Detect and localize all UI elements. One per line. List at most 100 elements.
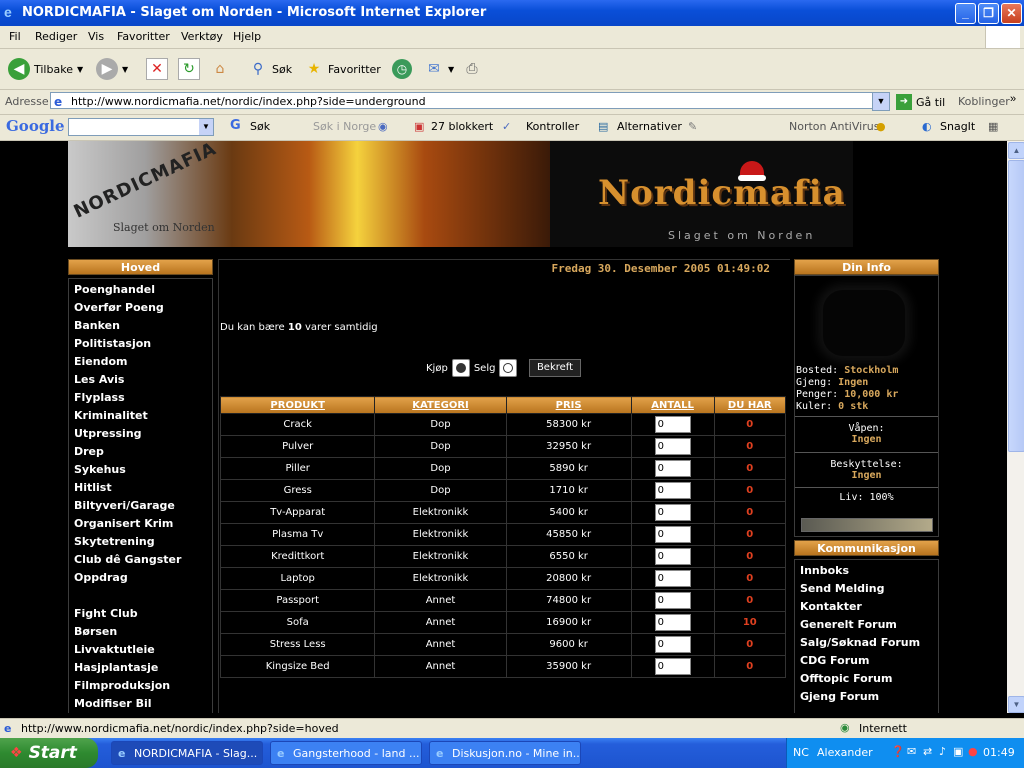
google-search-input[interactable]: ▼ xyxy=(68,118,214,136)
address-dropdown-icon[interactable]: ▼ xyxy=(872,92,890,111)
quantity-input[interactable] xyxy=(654,614,691,631)
comm-offtopic-forum[interactable]: Offtopic Forum xyxy=(800,672,892,685)
quantity-input[interactable] xyxy=(654,570,691,587)
quantity-input[interactable] xyxy=(654,526,691,543)
buy-radio[interactable] xyxy=(451,359,470,377)
nav-flyplass[interactable]: Flyplass xyxy=(74,391,125,404)
scrollbar-thumb[interactable] xyxy=(1008,160,1024,452)
nav-politistasjon[interactable]: Politistasjon xyxy=(74,337,151,350)
speaker-icon[interactable]: ♪ xyxy=(939,745,946,758)
options-button[interactable]: Alternativer xyxy=(617,120,682,133)
quantity-input[interactable] xyxy=(654,636,691,653)
column-header-product[interactable]: PRODUKT xyxy=(219,396,376,414)
popup-blocker-button[interactable]: 27 blokkert xyxy=(431,120,493,133)
nav-filmproduksjon[interactable]: Filmproduksjon xyxy=(74,679,170,692)
address-input[interactable]: e http://www.nordicmafia.net/nordic/inde… xyxy=(50,92,878,109)
quantity-input[interactable] xyxy=(654,658,691,675)
comm-inbox[interactable]: Innboks xyxy=(800,564,849,577)
scroll-down-icon[interactable]: ▼ xyxy=(1008,696,1024,713)
quantity-input[interactable] xyxy=(654,504,691,521)
confirm-button[interactable]: Bekreft xyxy=(529,359,581,377)
start-button[interactable]: ❖ Start xyxy=(0,738,98,768)
comm-sales-forum[interactable]: Salg/Søknad Forum xyxy=(800,636,920,649)
task-diskusjon[interactable]: e Diskusjon.no - Mine in... xyxy=(429,741,581,765)
task-gangsterhood[interactable]: e Gangsterhood - land ... xyxy=(270,741,422,765)
minimize-button[interactable]: _ xyxy=(955,3,976,24)
google-search-norway-button[interactable]: Søk i Norge xyxy=(313,120,376,133)
snagit-button[interactable]: SnagIt xyxy=(940,120,975,133)
mail-button[interactable]: ✉ ▼ xyxy=(424,55,454,83)
task-nordicmafia[interactable]: e NORDICMAFIA - Slag... xyxy=(111,741,263,765)
print-button[interactable]: ⎙ xyxy=(462,55,482,83)
home-button[interactable]: ⌂ xyxy=(210,55,230,83)
nav-livvaktutleie[interactable]: Livvaktutleie xyxy=(74,643,155,656)
nav-club-de-gangster[interactable]: Club dê Gangster xyxy=(74,553,181,566)
refresh-button[interactable]: ↻ xyxy=(178,55,200,83)
nav-drep[interactable]: Drep xyxy=(74,445,104,458)
quantity-input[interactable] xyxy=(654,592,691,609)
nav-fight-club[interactable]: Fight Club xyxy=(74,607,138,620)
sell-radio[interactable] xyxy=(499,359,518,377)
comm-cdg-forum[interactable]: CDG Forum xyxy=(800,654,869,667)
menu-edit[interactable]: Rediger xyxy=(35,30,77,43)
menu-view[interactable]: Vis xyxy=(88,30,104,43)
spellcheck-button[interactable]: Kontroller xyxy=(526,120,579,133)
nav-sykehus[interactable]: Sykehus xyxy=(74,463,126,476)
favorites-button[interactable]: ★ Favoritter xyxy=(304,55,381,83)
norton-icon[interactable]: ● xyxy=(876,120,886,133)
history-button[interactable]: ◷ xyxy=(392,55,412,83)
mail-tray-icon[interactable]: ✉ xyxy=(907,745,916,758)
menu-file[interactable]: Fil xyxy=(9,30,21,43)
language-indicator[interactable]: NC xyxy=(793,746,809,759)
toolbar-overflow-icon[interactable]: » xyxy=(1010,93,1016,105)
quantity-input[interactable] xyxy=(654,438,691,455)
scroll-up-icon[interactable]: ▲ xyxy=(1008,142,1024,159)
back-button[interactable]: ◀ Tilbake ▼ xyxy=(8,55,83,83)
quantity-input[interactable] xyxy=(654,416,691,433)
links-button[interactable]: Koblinger xyxy=(958,95,1010,108)
column-header-price[interactable]: PRIS xyxy=(505,396,632,414)
google-logo[interactable]: Google xyxy=(6,117,65,135)
snagit-editor-icon[interactable]: ▦ xyxy=(988,120,998,133)
nav-oppdrag[interactable]: Oppdrag xyxy=(74,571,128,584)
help-icon[interactable]: ❓ xyxy=(891,745,905,758)
maximize-button[interactable]: ❐ xyxy=(978,3,999,24)
column-header-quantity[interactable]: ANTALL xyxy=(630,396,715,414)
antivirus-tray-icon[interactable]: ● xyxy=(968,745,978,758)
forward-button[interactable]: ▶ ▼ xyxy=(96,55,128,83)
comm-contacts[interactable]: Kontakter xyxy=(800,600,862,613)
stop-button[interactable]: ✕ xyxy=(146,55,168,83)
column-header-owned[interactable]: DU HAR xyxy=(713,396,787,414)
comm-gang-forum[interactable]: Gjeng Forum xyxy=(800,690,879,703)
google-search-button[interactable]: Søk xyxy=(250,120,270,133)
quantity-input[interactable] xyxy=(654,482,691,499)
go-button[interactable]: ➜ Gå til xyxy=(896,94,945,110)
nav-poenghandel[interactable]: Poenghandel xyxy=(74,283,155,296)
nav-hasjplantasje[interactable]: Hasjplantasje xyxy=(74,661,158,674)
nav-eiendom[interactable]: Eiendom xyxy=(74,355,127,368)
quantity-input[interactable] xyxy=(654,460,691,477)
window-title-bar[interactable]: e NORDICMAFIA - Slaget om Norden - Micro… xyxy=(0,0,1024,26)
column-header-category[interactable]: KATEGORI xyxy=(374,396,507,414)
nav-kriminalitet[interactable]: Kriminalitet xyxy=(74,409,148,422)
nav-organisert-krim[interactable]: Organisert Krim xyxy=(74,517,173,530)
menu-help[interactable]: Hjelp xyxy=(233,30,261,43)
menu-favorites[interactable]: Favoritter xyxy=(117,30,170,43)
close-button[interactable]: ✕ xyxy=(1001,3,1022,24)
quantity-input[interactable] xyxy=(654,548,691,565)
vertical-scrollbar[interactable]: ▲ ▼ xyxy=(1007,141,1024,713)
comm-general-forum[interactable]: Generelt Forum xyxy=(800,618,897,631)
nav-modifiser-bil[interactable]: Modifiser Bil xyxy=(74,697,152,710)
menu-tools[interactable]: Verktøy xyxy=(181,30,223,43)
nav-overfor-poeng[interactable]: Overfør Poeng xyxy=(74,301,164,314)
nav-biltyveri-garage[interactable]: Biltyveri/Garage xyxy=(74,499,175,512)
nav-utpressing[interactable]: Utpressing xyxy=(74,427,142,440)
nav-les-avis[interactable]: Les Avis xyxy=(74,373,124,386)
nav-banken[interactable]: Banken xyxy=(74,319,120,332)
nav-borsen[interactable]: Børsen xyxy=(74,625,117,638)
nav-skytetrening[interactable]: Skytetrening xyxy=(74,535,155,548)
comm-send-message[interactable]: Send Melding xyxy=(800,582,884,595)
nav-hitlist[interactable]: Hitlist xyxy=(74,481,112,494)
network-icon[interactable]: ⇄ xyxy=(923,745,932,758)
shield-icon[interactable]: ▣ xyxy=(953,745,963,758)
